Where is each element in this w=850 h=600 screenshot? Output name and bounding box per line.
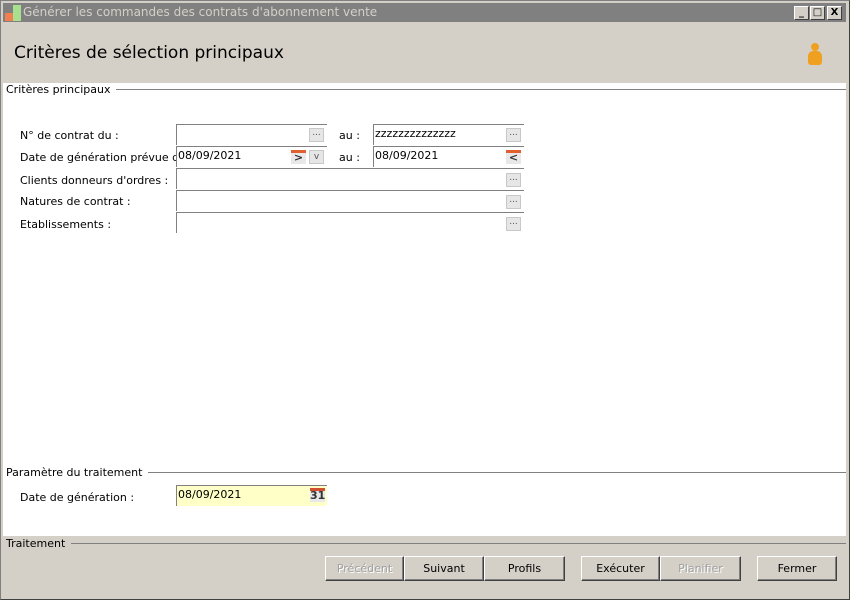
minimize-button[interactable]: _ — [794, 6, 809, 20]
calendar-prev-icon[interactable]: < — [506, 150, 521, 164]
window-title: Générer les commandes des contrats d'abo… — [23, 5, 378, 19]
etablissements-label: Etablissements : — [20, 218, 112, 231]
next-button[interactable]: Suivant — [404, 556, 484, 581]
execute-button[interactable]: Exécuter — [581, 556, 660, 581]
natures-label: Natures de contrat : — [20, 195, 131, 208]
ellipsis-icon[interactable]: ... — [506, 195, 521, 209]
user-icon[interactable] — [807, 43, 823, 65]
profiles-button[interactable]: Profils — [484, 556, 565, 581]
section-title-processing: Traitement — [6, 537, 72, 550]
calendar-icon[interactable]: 31 — [310, 488, 325, 502]
ellipsis-icon[interactable]: ... — [506, 217, 521, 231]
divider — [59, 543, 846, 544]
app-icon — [5, 5, 21, 21]
divider — [103, 89, 846, 90]
generation-date-input[interactable]: 08/09/2021 — [176, 485, 327, 506]
date-to-input[interactable]: 08/09/2021 — [373, 146, 524, 167]
action-bar: Traitement Précédent Suivant Profils Exé… — [3, 536, 846, 597]
contract-to-input[interactable]: zzzzzzzzzzzzzz — [373, 124, 524, 145]
section-title-main-criteria: Critères principaux — [6, 83, 117, 96]
contract-to-label: au : — [339, 129, 360, 142]
generation-date-label: Date de génération : — [20, 491, 135, 504]
etablissements-input[interactable] — [176, 212, 524, 233]
natures-input[interactable] — [176, 190, 524, 211]
contract-from-input[interactable] — [176, 124, 327, 145]
criteria-panel: Critères principaux N° de contrat du : .… — [3, 83, 846, 536]
ellipsis-icon[interactable]: ... — [309, 128, 324, 142]
page-title: Critères de sélection principaux — [14, 43, 284, 63]
page-header: Critères de sélection principaux — [3, 22, 846, 83]
ellipsis-icon[interactable]: ... — [506, 173, 521, 187]
date-to-label: au : — [339, 151, 360, 164]
previous-button[interactable]: Précédent — [325, 556, 404, 581]
chevron-down-icon[interactable]: v — [309, 150, 324, 164]
clients-input[interactable] — [176, 168, 524, 189]
date-from-label: Date de génération prévue du : — [20, 151, 194, 164]
title-bar[interactable]: Générer les commandes des contrats d'abo… — [3, 3, 846, 22]
contract-from-label: N° de contrat du : — [20, 129, 119, 142]
calendar-next-icon[interactable]: > — [291, 150, 306, 164]
close-button[interactable]: Fermer — [757, 556, 837, 581]
close-window-button[interactable]: X — [827, 6, 842, 20]
clients-label: Clients donneurs d'ordres : — [20, 174, 169, 187]
schedule-button[interactable]: Planifier — [660, 556, 741, 581]
ellipsis-icon[interactable]: ... — [506, 128, 521, 142]
section-title-params: Paramètre du traitement — [6, 466, 149, 479]
maximize-button[interactable]: □ — [810, 6, 825, 20]
divider — [131, 472, 846, 473]
